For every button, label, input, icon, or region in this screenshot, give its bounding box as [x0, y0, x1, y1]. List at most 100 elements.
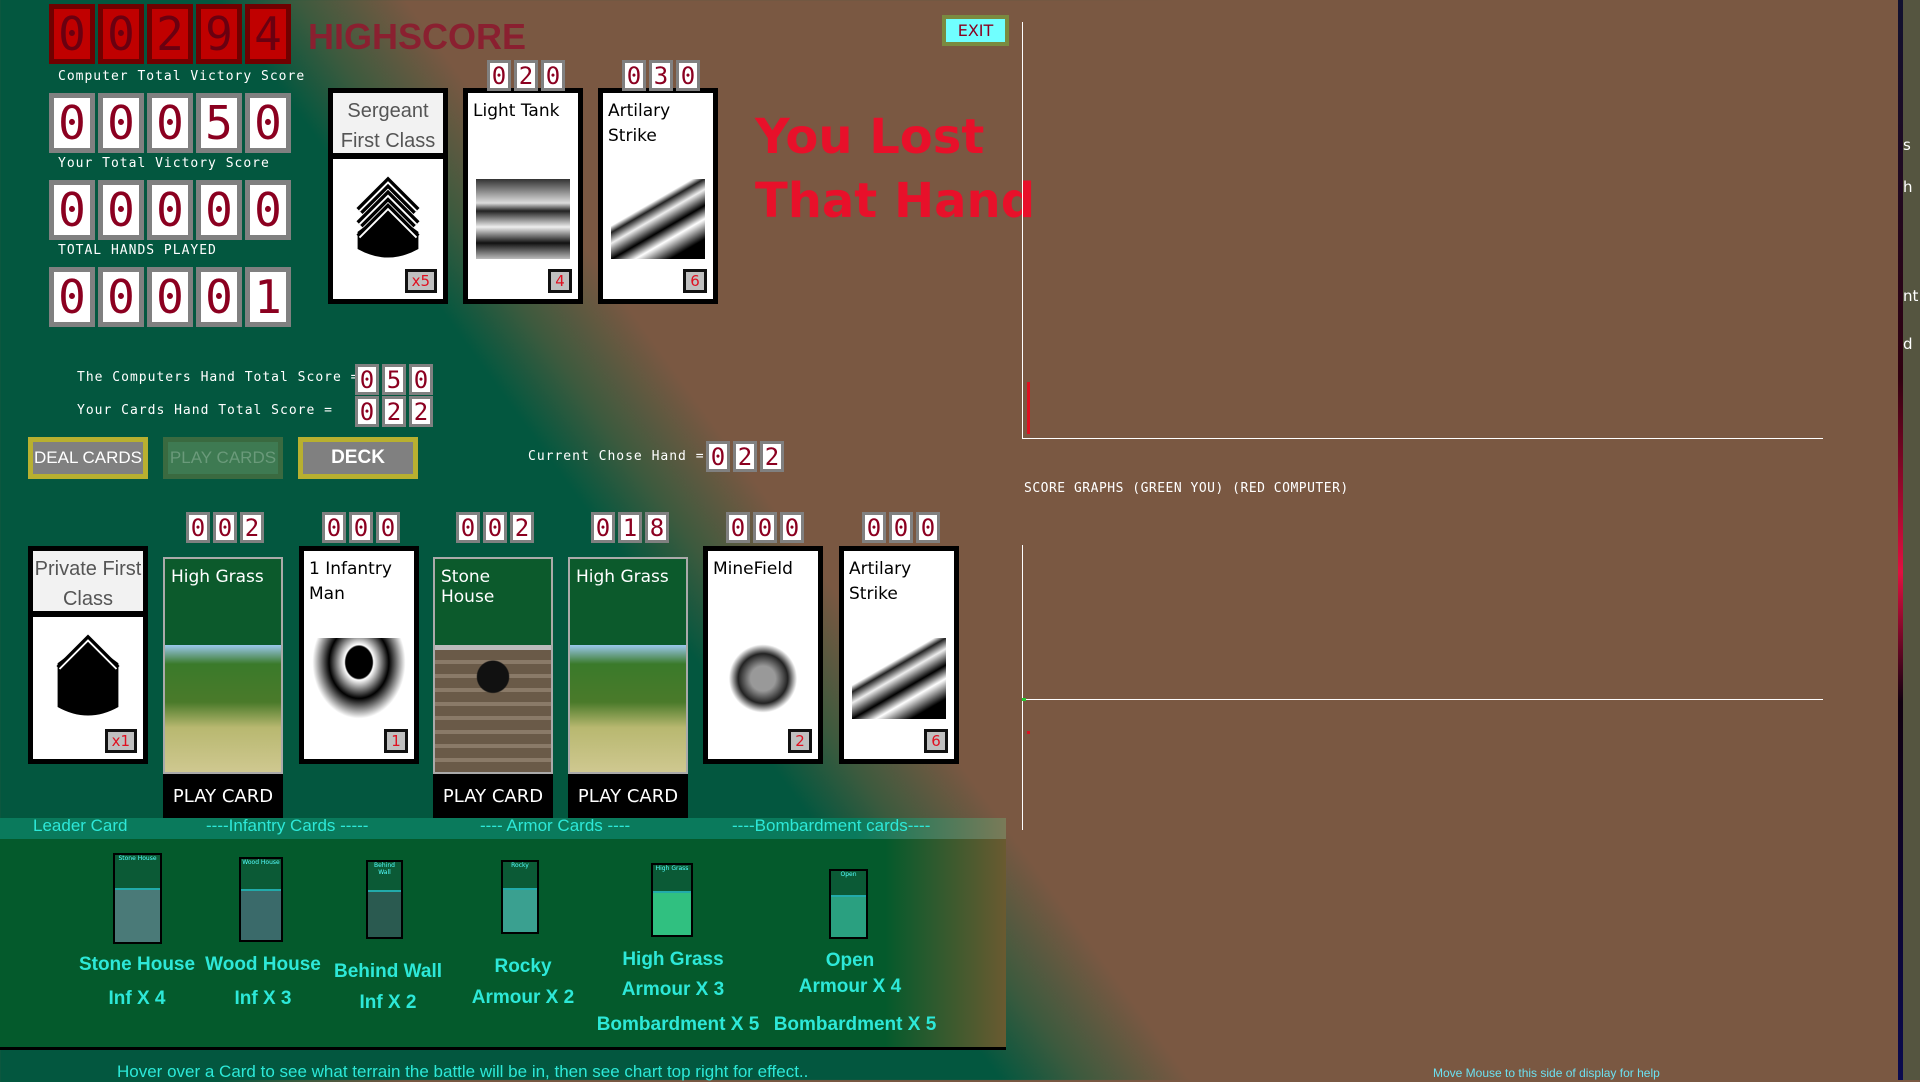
digit: 0: [196, 180, 242, 240]
unit-card[interactable]: Artilary Strike 6: [598, 88, 718, 304]
deal-cards-button[interactable]: DEAL CARDS: [28, 437, 148, 479]
play-card-button[interactable]: PLAY CARD: [433, 774, 553, 818]
mini-card-title: Wood House: [241, 859, 281, 892]
card-value-badge: 6: [683, 269, 707, 293]
digit: 0: [186, 512, 210, 543]
unit-card[interactable]: 1 Infantry Man 1: [299, 546, 419, 764]
mini-terrain-card[interactable]: High Grass: [651, 863, 693, 937]
unit-card[interactable]: MineField 2: [703, 546, 823, 764]
computer-graph-y-axis: [1022, 22, 1023, 439]
digit: 2: [240, 512, 264, 543]
card-value-badge: 4: [548, 269, 572, 293]
help-hint[interactable]: Move Mouse to this side of display for h…: [1433, 1066, 1660, 1080]
terrain-name: Rocky: [494, 956, 552, 977]
side-fragment: d: [1903, 335, 1913, 353]
side-fragment: nt: [1903, 287, 1919, 305]
mini-terrain-card[interactable]: Stone House: [113, 853, 162, 944]
grass-terrain-image: [165, 645, 281, 772]
card-title: Stone House: [435, 559, 551, 645]
help-side-panel[interactable]: s h nt d: [1903, 0, 1920, 1080]
terrain-card[interactable]: High Grass: [568, 557, 688, 774]
leader-card[interactable]: Sergeant First Class x5: [328, 88, 448, 304]
unit-card[interactable]: Artilary Strike 6: [839, 546, 959, 764]
mini-card-image: [831, 897, 866, 937]
digit: 0: [753, 512, 777, 543]
highscore-counter: 00294: [49, 4, 291, 64]
sergeant-first-class-chevron-icon: [341, 173, 435, 268]
deck-button[interactable]: DECK: [298, 437, 418, 479]
mini-terrain-card[interactable]: Behind Wall: [366, 860, 403, 939]
mini-terrain-card[interactable]: Rocky: [501, 860, 539, 934]
digit: 1: [245, 267, 291, 327]
card-face: Sergeant First Class x5: [333, 93, 443, 299]
terrain-name: Wood House: [205, 954, 321, 975]
artillery-photo-icon: [852, 638, 946, 719]
terrain-card[interactable]: High Grass: [163, 557, 283, 774]
digit: 2: [409, 396, 433, 427]
score-counter: 00050: [49, 93, 291, 153]
digit: 0: [889, 512, 913, 543]
artillery-photo-icon: [611, 179, 705, 260]
terrain-effect: Bombardment X 5: [596, 1014, 760, 1035]
result-message: You Lost That Hand: [755, 105, 1035, 233]
score-counter: 00000: [49, 180, 291, 240]
card-score: 000: [322, 512, 400, 543]
computer-score-bar: [1027, 382, 1030, 434]
mini-terrain-card[interactable]: Wood House: [239, 857, 283, 942]
terrain-effect: Bombardment X 5: [773, 1014, 937, 1035]
card-face: 1 Infantry Man 1: [304, 551, 414, 759]
computer-hand-total-label: The Computers Hand Total Score =: [77, 370, 360, 385]
play-card-button[interactable]: PLAY CARD: [568, 774, 688, 818]
digit: 0: [322, 512, 346, 543]
legend-header: Leader Card: [33, 816, 128, 835]
leader-card[interactable]: Private First Class x1: [28, 546, 148, 764]
card-score: 002: [186, 512, 264, 543]
digit: 0: [622, 60, 646, 91]
digit: 0: [147, 267, 193, 327]
terrain-effect: Inf X 2: [359, 992, 417, 1013]
digit: 1: [618, 512, 642, 543]
legend-header: ----Infantry Cards -----: [206, 816, 369, 835]
digit: 0: [98, 267, 144, 327]
play-cards-button[interactable]: PLAY CARDS: [163, 437, 283, 479]
you-graph-y-axis: [1022, 545, 1023, 830]
terrain-name: High Grass: [622, 949, 724, 970]
mini-terrain-card[interactable]: Open: [829, 869, 868, 939]
legend-header: ---- Armor Cards ----: [480, 816, 631, 835]
mini-card-image: [115, 889, 160, 942]
digit: 0: [98, 93, 144, 153]
digit: 3: [649, 60, 673, 91]
card-title: Artilary Strike: [608, 101, 671, 146]
digit: 0: [541, 60, 565, 91]
terrain-card[interactable]: Stone House: [433, 557, 553, 774]
unit-card[interactable]: Light Tank 4: [463, 88, 583, 304]
mini-card-title: Stone House: [115, 855, 160, 890]
play-card-button[interactable]: PLAY CARD: [163, 774, 283, 818]
card-title: Artilary Strike: [849, 559, 912, 604]
digit: 0: [487, 60, 511, 91]
hover-hint: Hover over a Card to see what terrain th…: [117, 1062, 809, 1081]
digit: 0: [245, 93, 291, 153]
card-value-badge: x5: [404, 269, 437, 293]
card-face: Light Tank 4: [468, 93, 578, 299]
card-score: 018: [591, 512, 669, 543]
card-value-badge: 1: [384, 729, 408, 753]
current-hand-score: 022: [706, 441, 784, 472]
digit: 0: [245, 180, 291, 240]
grass-terrain-image: [570, 645, 686, 772]
computer-score-point: [1027, 731, 1030, 734]
landmine-photo-icon: [716, 638, 810, 719]
side-fragment: s: [1903, 136, 1911, 154]
card-title: MineField: [713, 559, 793, 579]
highscore-label: HIGHSCORE: [308, 16, 527, 57]
your-hand-total: 022: [355, 396, 433, 427]
score-label: Computer Total Victory Score: [58, 69, 306, 84]
digit: 0: [862, 512, 886, 543]
digit: 0: [456, 512, 480, 543]
exit-button[interactable]: EXIT: [942, 15, 1009, 46]
digit: 9: [196, 4, 242, 64]
digit: 2: [510, 512, 534, 543]
digit: 2: [147, 4, 193, 64]
terrain-name: Stone House: [78, 954, 196, 975]
card-value-badge: 2: [788, 729, 812, 753]
